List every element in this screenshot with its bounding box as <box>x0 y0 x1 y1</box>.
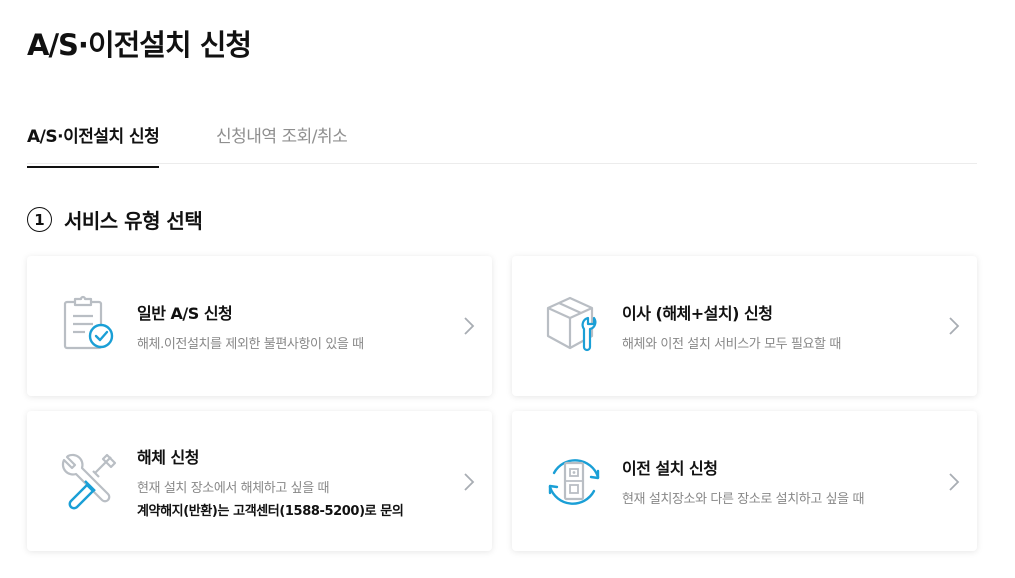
section-header: 1 서비스 유형 선택 <box>27 205 203 234</box>
tab-bar: A/S·이전설치 신청 신청내역 조회/취소 <box>27 118 977 168</box>
service-card-general-as[interactable]: 일반 A/S 신청 해체.이전설치를 제외한 불편사항이 있을 때 <box>27 256 492 396</box>
tools-icon <box>61 453 117 510</box>
section-title: 서비스 유형 선택 <box>64 209 203 233</box>
service-card-move[interactable]: 이사 (해체+설치) 신청 해체와 이전 설치 서비스가 모두 필요할 때 <box>512 256 977 396</box>
step-number-badge: 1 <box>27 207 52 232</box>
service-card-dismantle[interactable]: 해체 신청 현재 설치 장소에서 해체하고 싶을 때 계약해지(반환)는 고객센… <box>27 411 492 551</box>
clipboard-check-icon <box>63 295 114 350</box>
card-description: 현재 설치 장소에서 해체하고 싶을 때 <box>137 481 330 496</box>
page-title: A/S·이전설치 신청 <box>27 28 252 62</box>
relocate-icon <box>548 459 600 505</box>
tab-request-history[interactable]: 신청내역 조회/취소 <box>216 122 348 163</box>
card-notice: 계약해지(반환)는 고객센터(1588-5200)로 문의 <box>137 504 404 519</box>
service-card-relocate[interactable]: 이전 설치 신청 현재 설치장소와 다른 장소로 설치하고 싶을 때 <box>512 411 977 551</box>
card-description: 현재 설치장소와 다른 장소로 설치하고 싶을 때 <box>622 492 865 507</box>
card-title: 이전 설치 신청 <box>622 459 718 478</box>
box-wrench-icon <box>546 296 597 352</box>
chevron-right-icon <box>949 317 960 335</box>
card-description: 해체.이전설치를 제외한 불편사항이 있을 때 <box>137 337 364 352</box>
tab-as-relocation-request[interactable]: A/S·이전설치 신청 <box>27 122 160 168</box>
chevron-right-icon <box>464 473 475 491</box>
card-title: 이사 (해체+설치) 신청 <box>622 304 773 323</box>
card-description: 해체와 이전 설치 서비스가 모두 필요할 때 <box>622 337 841 352</box>
card-title: 해체 신청 <box>137 448 199 467</box>
card-title: 일반 A/S 신청 <box>137 304 233 323</box>
chevron-right-icon <box>464 317 475 335</box>
chevron-right-icon <box>949 473 960 491</box>
